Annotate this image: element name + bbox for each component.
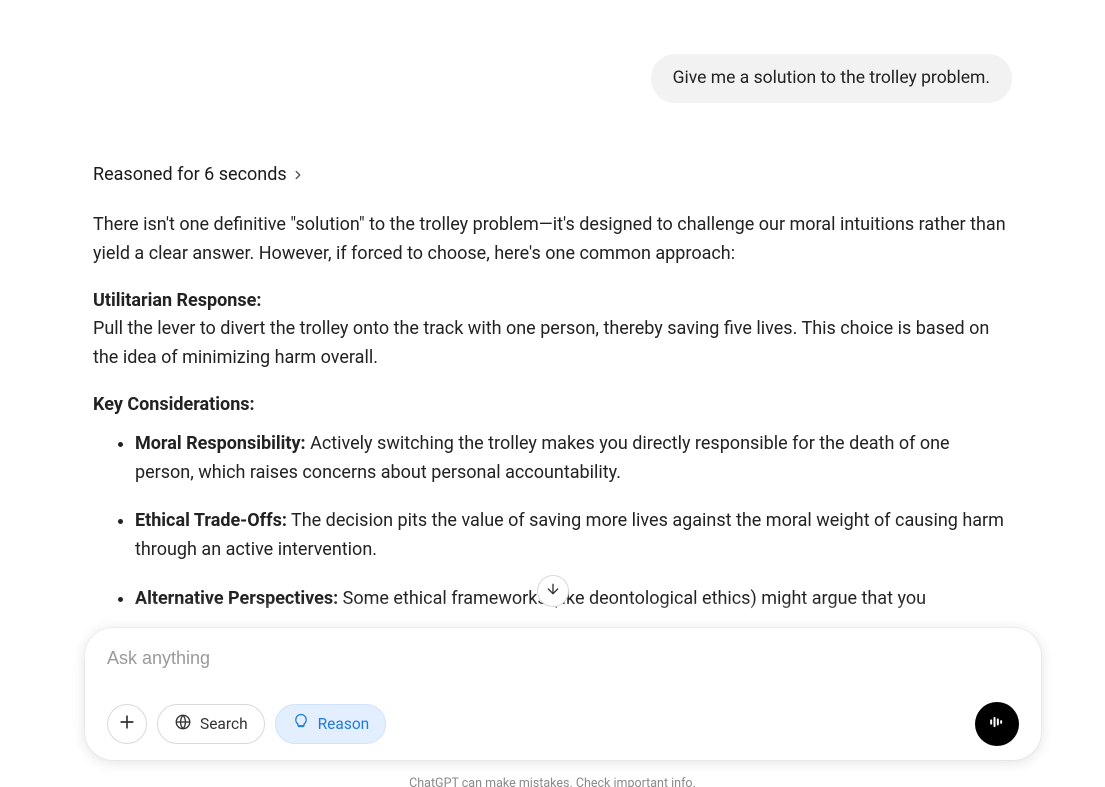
- chat-area: Give me a solution to the trolley proble…: [0, 0, 1105, 787]
- user-message-bubble: Give me a solution to the trolley proble…: [651, 54, 1012, 103]
- list-item: Moral Responsibility: Actively switching…: [135, 430, 1012, 488]
- composer-input[interactable]: [107, 648, 1019, 669]
- globe-icon: [174, 713, 192, 735]
- search-toggle[interactable]: Search: [157, 704, 265, 744]
- user-message-row: Give me a solution to the trolley proble…: [0, 54, 1012, 103]
- reason-toggle[interactable]: Reason: [275, 704, 387, 744]
- assistant-section-utilitarian: Utilitarian Response: Pull the lever to …: [93, 287, 1012, 373]
- lightbulb-icon: [292, 713, 310, 735]
- footer-hint: ChatGPT can make mistakes. Check importa…: [0, 776, 1105, 787]
- reason-label: Reason: [318, 715, 370, 733]
- reasoning-disclosure[interactable]: Reasoned for 6 seconds: [93, 164, 1012, 185]
- section-body: Pull the lever to divert the trolley ont…: [93, 318, 989, 368]
- arrow-down-icon: [545, 581, 561, 601]
- composer-toolbar: Search Reason: [107, 702, 1019, 746]
- search-label: Search: [200, 715, 248, 733]
- bullet-label: Ethical Trade-Offs:: [135, 510, 287, 531]
- list-item: Alternative Perspectives: Some ethical f…: [135, 585, 1012, 614]
- attach-button[interactable]: [107, 704, 147, 744]
- list-item: Ethical Trade-Offs: The decision pits th…: [135, 507, 1012, 565]
- plus-icon: [117, 712, 137, 736]
- bullet-label: Moral Responsibility:: [135, 433, 306, 454]
- waveform-icon: [987, 712, 1007, 736]
- assistant-body: There isn't one definitive "solution" to…: [93, 211, 1012, 614]
- scroll-to-bottom-button[interactable]: [537, 575, 569, 607]
- footer-hint-text: ChatGPT can make mistakes. Check importa…: [409, 776, 696, 787]
- bullet-text: Some ethical frameworks (like deontologi…: [338, 588, 926, 609]
- voice-input-button[interactable]: [975, 702, 1019, 746]
- composer-toolbar-left: Search Reason: [107, 704, 386, 744]
- section-title: Utilitarian Response:: [93, 290, 261, 311]
- user-message-text: Give me a solution to the trolley proble…: [673, 68, 990, 88]
- assistant-intro: There isn't one definitive "solution" to…: [93, 211, 1012, 269]
- chevron-right-icon: [291, 168, 305, 182]
- reasoning-label: Reasoned for 6 seconds: [93, 164, 287, 185]
- bullet-label: Alternative Perspectives:: [135, 588, 338, 609]
- assistant-section-keyconsiderations-title: Key Considerations:: [93, 391, 1012, 420]
- section-title: Key Considerations:: [93, 394, 255, 415]
- composer: Search Reason: [85, 628, 1041, 760]
- assistant-message: Reasoned for 6 seconds There isn't one d…: [93, 164, 1012, 634]
